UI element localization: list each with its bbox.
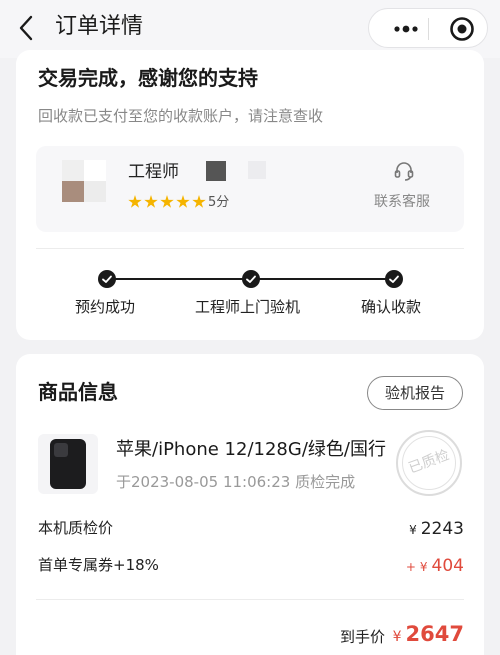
rating-stars [128,195,206,211]
currency-symbol: ¥ [409,523,417,537]
masked-name-block-light [248,161,266,179]
coupon-label: 首单专属券+18% [38,556,159,574]
engineer-avatar [62,160,106,202]
inspection-price-label: 本机质检价 [38,519,114,537]
engineer-panel: 工程师 5分 联系客服 [36,146,464,232]
step-3-dot [385,270,403,288]
star-icon [144,195,158,208]
star-icon [176,195,190,208]
step-3-label: 确认收款 [361,298,422,316]
masked-name-block [206,161,226,181]
currency-symbol: ¥ [419,560,428,574]
phone-body [50,439,86,489]
coupon-amount: + ¥404 [406,555,464,578]
step-2-label: 工程师上门验机 [195,298,301,316]
engineer-name: 工程师 [128,162,179,182]
camera-module [54,443,68,457]
coupon-value: 404 [431,556,464,576]
capsule-divider [428,18,429,40]
target-icon[interactable] [449,16,475,42]
chevron-left-icon [19,15,33,41]
total-price-value: 2647 [405,622,464,646]
step-1-dot [98,270,116,288]
total-label: 到手价 [340,628,386,646]
order-status-card: 交易完成，感谢您的支持 回收款已支付至您的收款账户，请注意查收 工程师 5分 联… [16,50,484,340]
check-icon [102,275,112,283]
mini-program-capsule [368,8,488,48]
section-title: 商品信息 [38,380,118,404]
star-icon [128,195,142,208]
total-price: ¥2647 [393,620,464,651]
check-icon [246,275,256,283]
inspection-price: ¥2243 [409,518,464,541]
plus-sign: + [405,560,416,574]
star-icon [192,195,206,208]
inspection-report-button[interactable]: 验机报告 [367,376,463,410]
headset-icon[interactable] [393,160,415,182]
step-2-dot [242,270,260,288]
product-info-card: 商品信息 验机报告 苹果/iPhone 12/128G/绿色/国行 于2023-… [16,354,484,655]
status-subtitle: 回收款已支付至您的收款账户，请注意查收 [38,107,324,125]
more-dots-icon[interactable] [389,19,423,39]
star-icon [160,195,174,208]
inspection-price-value: 2243 [420,519,464,539]
divider [36,248,464,249]
rating-score: 5分 [208,195,230,210]
back-button[interactable] [14,13,40,43]
divider [36,599,464,600]
page-title: 订单详情 [55,14,144,39]
product-name: 苹果/iPhone 12/128G/绿色/国行 [116,439,386,460]
inspection-time: 于2023-08-05 11:06:23 质检完成 [116,473,356,491]
inspected-stamp: 已质检 [396,430,462,496]
product-image [38,434,98,494]
currency-symbol: ¥ [392,629,402,645]
status-title: 交易完成，感谢您的支持 [38,66,258,90]
contact-service-button[interactable]: 联系客服 [374,192,430,212]
step-1-label: 预约成功 [75,298,136,316]
check-icon [389,275,399,283]
